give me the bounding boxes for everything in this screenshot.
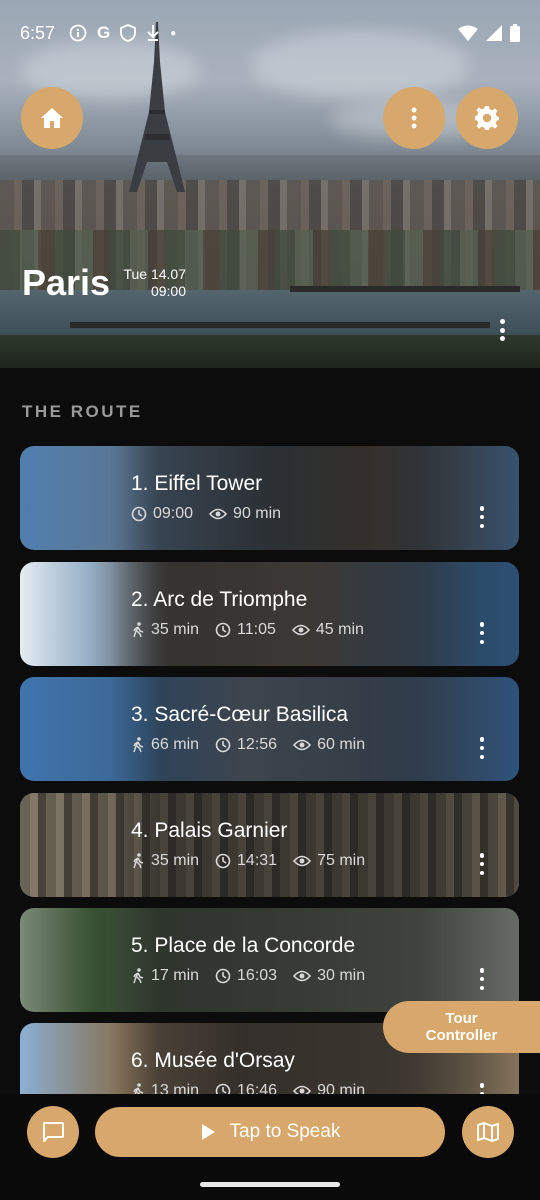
bottom-action-bar: Tap to Speak [0,1094,540,1200]
settings-button[interactable] [456,87,518,149]
signal-icon [486,25,502,41]
chat-icon [43,1122,64,1142]
notification-dot-icon: ● [170,27,177,39]
tour-date: Tue 14.07 [123,266,186,282]
route-section-title: THE ROUTE [22,402,143,421]
stop-title: 4. Palais Garnier [131,819,288,842]
stop-title: 3. Sacré-Cœur Basilica [131,703,349,726]
stop-start-time: 14:31 [237,852,278,869]
stop-title: 2. Arc de Triomphe [131,588,308,611]
status-bar: 6:57 G ● [0,0,540,66]
stop-duration: 75 min [317,852,366,869]
tap-to-speak-button[interactable]: Tap to Speak [95,1107,445,1157]
eye-icon [209,508,228,520]
walking-icon [133,968,144,984]
clock-icon [215,737,231,753]
stop-duration: 30 min [317,967,366,984]
walking-icon [133,853,144,869]
stop-walk-time: 17 min [151,967,200,984]
tour-time: 09:00 [150,283,186,299]
stop-more-button[interactable] [478,853,486,875]
play-icon [201,1124,215,1140]
route-stop-card[interactable]: 2. Arc de Triomphe 35 min 11:05 45 min [20,562,519,666]
tour-controller-label-line1: Tour [445,1010,478,1027]
status-time: 6:57 [20,22,56,43]
route-stop-card[interactable]: 1. Eiffel Tower 09:00 90 min [20,446,519,550]
chat-button[interactable] [27,1106,79,1158]
stop-more-button[interactable] [478,1083,486,1094]
eye-icon [293,970,312,982]
route-stop-card[interactable]: 3. Sacré-Cœur Basilica 66 min 12:56 60 m… [20,677,519,781]
hero-more-button[interactable] [492,316,512,344]
stop-start-time: 09:00 [153,505,194,522]
stop-walk-time: 35 min [151,621,200,638]
stop-start-time: 16:46 [237,1082,278,1094]
gesture-nav-handle[interactable] [200,1182,340,1187]
clock-icon [215,853,231,869]
stop-title: 1. Eiffel Tower [131,472,263,495]
more-vert-icon [411,107,417,129]
clock-icon [215,968,231,984]
shield-icon [120,24,137,42]
tap-to-speak-label: Tap to Speak [229,1121,341,1142]
stop-title: 6. Musée d'Orsay [131,1049,295,1072]
stop-duration: 45 min [315,621,364,638]
map-button[interactable] [462,1106,514,1158]
download-icon [147,25,159,41]
clock-icon [215,1083,231,1094]
stop-walk-time: 13 min [151,1082,200,1094]
stop-more-button[interactable] [478,622,486,644]
stop-walk-time: 66 min [151,736,200,753]
more-dot-icon [499,319,505,324]
route-stop-card[interactable]: 5. Place de la Concorde 17 min 16:03 30 … [20,908,519,1012]
more-dot-icon [499,327,505,333]
stop-start-time: 16:03 [237,967,278,984]
home-button[interactable] [21,87,83,149]
more-dot-icon [499,336,505,341]
route-list[interactable]: 1. Eiffel Tower 09:00 90 min 2. Arc de T… [20,446,519,1094]
google-icon: G [97,23,111,42]
clock-icon [215,622,231,638]
stop-duration: 90 min [233,505,282,522]
city-name: Paris [22,262,111,303]
city-hero-image: 6:57 G ● Paris Tue 14.07 09:00 [0,0,540,368]
more-options-button[interactable] [383,87,445,149]
stop-start-time: 12:56 [237,736,278,753]
battery-icon [510,24,520,42]
clock-icon [131,506,147,522]
stop-duration: 60 min [317,736,366,753]
wifi-icon [458,25,478,41]
stop-more-button[interactable] [478,968,486,990]
walking-icon [133,737,144,753]
map-icon [477,1122,499,1142]
walking-icon [133,622,144,638]
eye-icon [293,1085,312,1094]
info-icon [69,24,87,42]
home-icon [41,108,63,128]
tour-controller-button[interactable]: Tour Controller [383,1001,540,1053]
stop-start-time: 11:05 [237,621,276,638]
eye-icon [293,855,312,867]
tour-date-time: Tue 14.07 09:00 [118,266,186,300]
stop-title: 5. Place de la Concorde [131,934,356,957]
stop-more-button[interactable] [478,737,486,759]
tour-controller-label-line2: Controller [425,1027,498,1044]
route-stop-card[interactable]: 4. Palais Garnier 35 min 14:31 75 min [20,793,519,897]
stop-duration: 90 min [317,1082,366,1094]
walking-icon [133,1083,144,1094]
eye-icon [293,739,312,751]
eye-icon [291,624,310,636]
stop-more-button[interactable] [478,506,486,528]
stop-walk-time: 35 min [151,852,200,869]
gear-icon [475,106,499,130]
